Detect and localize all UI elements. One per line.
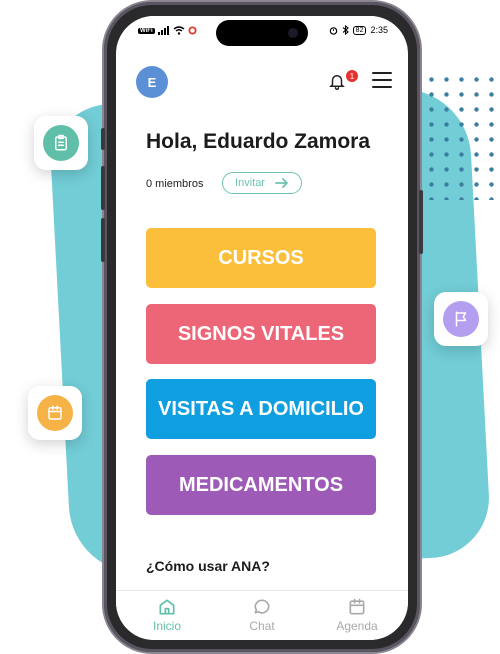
alarm-icon (329, 26, 337, 35)
home-icon (159, 599, 175, 615)
nav-inicio-label: Inicio (152, 619, 181, 633)
greeting-title: Hola, Eduardo Zamora (146, 130, 371, 153)
notification-badge: 1 (346, 70, 358, 82)
record-icon (188, 26, 197, 35)
status-left-icons: WiFi (138, 26, 197, 35)
medicamentos-button[interactable]: MEDICAMENTOS (146, 455, 376, 515)
dynamic-island (216, 20, 308, 46)
power-button (419, 190, 423, 254)
volume-down-button (101, 218, 105, 262)
phone-screen: WiFi 82 2:35 E 1 Hola, Eduardo Zamora 0 … (116, 16, 408, 640)
flag-feature-card (434, 292, 488, 346)
chat-icon (254, 599, 270, 614)
bottom-navigation: Inicio Chat Agenda (116, 590, 408, 640)
bluetooth-icon (342, 25, 349, 35)
avatar[interactable]: E (136, 66, 168, 98)
calendar-icon (37, 395, 73, 431)
nav-chat[interactable]: Chat (227, 597, 297, 633)
hamburger-menu-icon[interactable] (372, 72, 392, 88)
cursos-button[interactable]: CURSOS (146, 228, 376, 288)
arrow-right-icon (275, 178, 288, 188)
camera-icon (288, 28, 298, 38)
calendar-icon (349, 598, 365, 615)
volume-up-button (101, 166, 105, 210)
status-bar: WiFi 82 2:35 (116, 16, 408, 48)
clipboard-icon (43, 125, 79, 161)
bell-icon[interactable] (328, 72, 346, 90)
flag-icon (443, 301, 479, 337)
signos-vitales-button[interactable]: SIGNOS VITALES (146, 304, 376, 364)
mute-switch (101, 128, 105, 150)
clipboard-feature-card (34, 116, 88, 170)
top-app-bar: E 1 (116, 50, 408, 98)
help-section-heading: ¿Cómo usar ANA? (146, 558, 270, 574)
dot-pattern (424, 72, 498, 200)
nav-chat-label: Chat (249, 619, 275, 633)
invite-button[interactable]: Invitar (222, 172, 302, 194)
nav-agenda[interactable]: Agenda (322, 597, 392, 633)
status-right-icons: 82 2:35 (329, 25, 388, 35)
status-time: 2:35 (370, 25, 388, 35)
calendar-feature-card (28, 386, 82, 440)
nav-agenda-label: Agenda (336, 619, 378, 633)
visitas-domicilio-button[interactable]: VISITAS A DOMICILIO (146, 379, 376, 439)
wifi-calling-badge: WiFi (138, 27, 155, 34)
invite-label: Invitar (235, 177, 265, 189)
nav-inicio[interactable]: Inicio (132, 597, 202, 633)
wifi-icon (173, 26, 185, 35)
members-count: 0 miembros (146, 178, 204, 190)
battery-icon: 82 (352, 25, 367, 35)
signal-icon (157, 26, 169, 35)
